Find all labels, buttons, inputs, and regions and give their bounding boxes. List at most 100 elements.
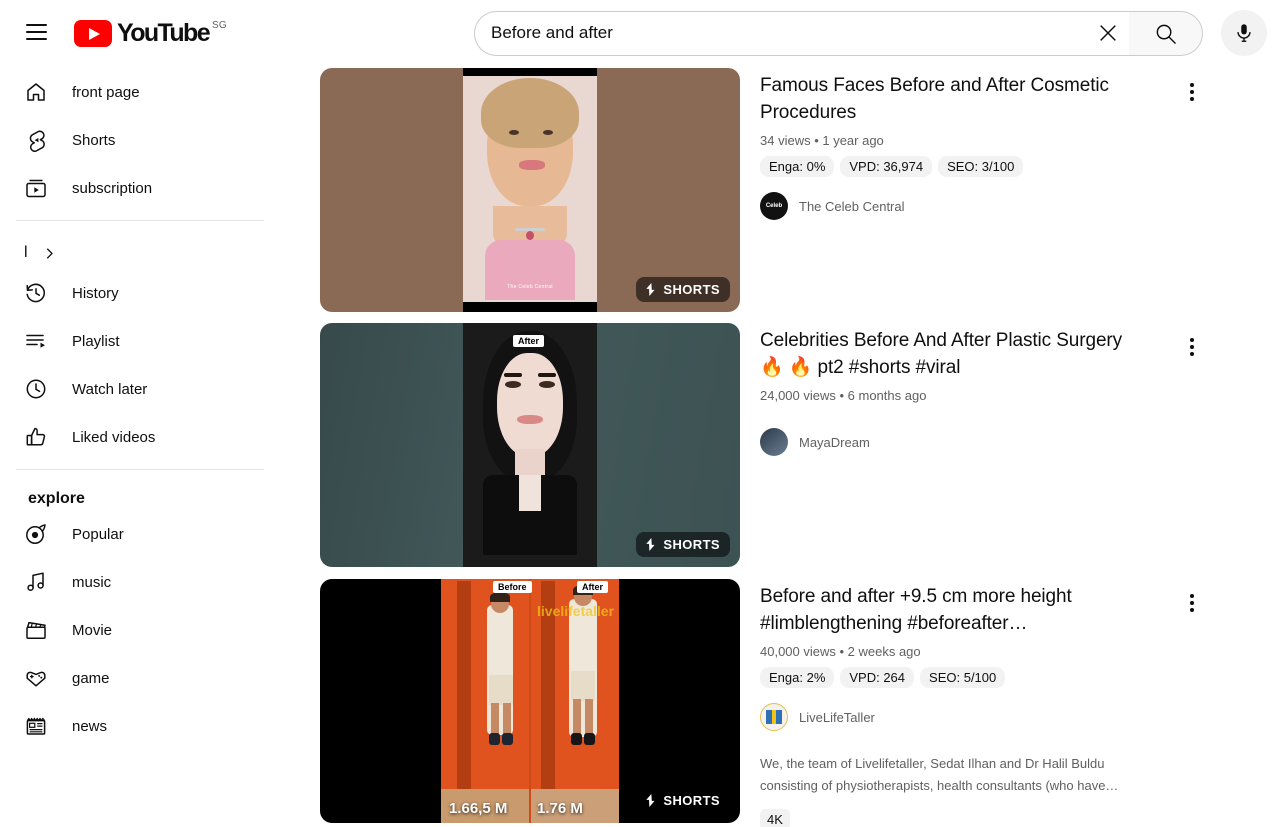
sidebar-label: game (72, 669, 110, 687)
hamburger-line (25, 24, 47, 26)
search-area (474, 10, 1267, 56)
more-actions-button[interactable] (1172, 327, 1212, 367)
thumbnail-watermark: livelifetaller (537, 603, 615, 619)
avatar (760, 703, 788, 731)
search-result-item: The Celeb Central SHORTS Famous Faces Be… (320, 68, 1240, 312)
youtube-play-icon (74, 20, 112, 47)
video-title[interactable]: Before and after +9.5 cm more height #li… (760, 583, 1148, 637)
sidebar: front page Shorts subscription l History… (0, 64, 280, 827)
sidebar-label: front page (72, 83, 140, 101)
chip-vpd: VPD: 264 (840, 667, 915, 688)
sidebar-item-history[interactable]: History (12, 273, 268, 313)
video-info: Before and after +9.5 cm more height #li… (760, 579, 1194, 827)
close-icon (1100, 25, 1116, 41)
channel-name: The Celeb Central (799, 198, 905, 214)
shorts-icon (24, 128, 48, 152)
youtube-country-code: SG (212, 20, 227, 31)
chevron-right-icon (42, 246, 57, 261)
video-meta: 40,000 views • 2 weeks ago (760, 644, 921, 659)
sidebar-label: Shorts (72, 131, 116, 149)
overlay-label-before: Before (493, 581, 532, 593)
sidebar-item-movie[interactable]: Movie (12, 610, 268, 650)
film-icon (24, 618, 48, 642)
search-results-list: · · · · · · · · The Celeb Central (280, 64, 1280, 827)
video-meta: 34 views • 1 year ago (760, 133, 884, 148)
chip-vpd: VPD: 36,974 (840, 156, 933, 177)
voice-search-button[interactable] (1221, 10, 1267, 56)
hamburger-line (25, 38, 47, 40)
video-thumbnail[interactable]: livelifetaller Before After 1.66,5 M 1.7… (320, 579, 740, 823)
sidebar-label: news (72, 717, 108, 735)
sidebar-item-playlist[interactable]: Playlist (12, 321, 268, 361)
sidebar-label: Watch later (72, 380, 148, 398)
search-result-item: After SHORTS Celebrities Before And Afte… (320, 323, 1240, 567)
clear-search-button[interactable] (1087, 11, 1129, 56)
channel-row[interactable]: LiveLifeTaller (760, 703, 1180, 731)
sidebar-label: Liked videos (72, 428, 156, 446)
video-thumbnail[interactable]: After SHORTS (320, 323, 740, 567)
video-stat-chips: Enga: 0% VPD: 36,974 SEO: 3/100 (760, 156, 1180, 177)
subscriptions-icon (24, 176, 48, 200)
thumbs-up-icon (24, 425, 48, 449)
avatar (760, 428, 788, 456)
more-actions-button[interactable] (1172, 583, 1212, 623)
sidebar-label: Playlist (72, 332, 120, 350)
channel-name: LiveLifeTaller (799, 709, 875, 725)
sidebar-item-liked-videos[interactable]: Liked videos (12, 417, 268, 457)
channel-row[interactable]: MayaDream (760, 428, 1180, 456)
hamburger-menu-icon[interactable] (16, 12, 56, 52)
search-submit-button[interactable] (1129, 10, 1203, 56)
home-icon (24, 80, 48, 104)
video-info: Famous Faces Before and After Cosmetic P… (760, 68, 1194, 312)
sidebar-item-popular[interactable]: Popular (12, 514, 268, 554)
shorts-badge-label: SHORTS (663, 537, 720, 552)
sidebar-divider-2 (16, 469, 264, 470)
channel-name: MayaDream (799, 434, 870, 450)
video-stat-chips: Enga: 2% VPD: 264 SEO: 5/100 (760, 667, 1180, 688)
playlist-icon (24, 329, 48, 353)
video-description: We, the team of Livelifetaller, Sedat Il… (760, 756, 1119, 793)
search-icon (1156, 24, 1176, 44)
sidebar-item-you[interactable]: l (12, 233, 268, 273)
chip-seo: SEO: 3/100 (938, 156, 1024, 177)
shorts-badge-label: SHORTS (663, 282, 720, 297)
sidebar-item-subscription[interactable]: subscription (12, 168, 268, 208)
video-thumbnail[interactable]: The Celeb Central SHORTS (320, 68, 740, 312)
more-actions-button[interactable] (1172, 72, 1212, 112)
sidebar-label: History (72, 284, 119, 302)
search-box[interactable] (474, 10, 1129, 56)
youtube-logo-text: YouTube (117, 19, 211, 47)
masthead: YouTube SG (0, 0, 1280, 64)
sidebar-item-shorts[interactable]: Shorts (12, 120, 268, 160)
avatar-text: Celeb (765, 203, 783, 209)
sidebar-you-label: l (24, 244, 28, 261)
chip-engagement: Enga: 2% (760, 667, 835, 688)
youtube-logo[interactable]: YouTube SG (74, 12, 227, 52)
sidebar-section-explore: explore (28, 490, 85, 507)
sidebar-label: Movie (72, 621, 113, 639)
history-icon (24, 281, 48, 305)
overlay-label-after: After (577, 581, 609, 593)
video-title[interactable]: Celebrities Before And After Plastic Sur… (760, 327, 1148, 381)
search-input[interactable] (491, 23, 1087, 43)
avatar: Celeb (760, 192, 788, 220)
channel-row[interactable]: Celeb The Celeb Central (760, 192, 1180, 220)
quality-badge: 4K (760, 809, 790, 827)
chip-seo: SEO: 5/100 (920, 667, 1006, 688)
shorts-bolt-icon (646, 538, 655, 551)
chip-engagement: Enga: 0% (760, 156, 835, 177)
height-before-label: 1.66,5 M (449, 800, 508, 817)
sidebar-item-news[interactable]: news (12, 706, 268, 746)
video-info: Celebrities Before And After Plastic Sur… (760, 323, 1194, 567)
sidebar-item-game[interactable]: game (12, 658, 268, 698)
gamepad-icon (24, 666, 48, 690)
search-result-item: livelifetaller Before After 1.66,5 M 1.7… (320, 579, 1240, 827)
sidebar-item-front-page[interactable]: front page (12, 72, 268, 112)
video-title[interactable]: Famous Faces Before and After Cosmetic P… (760, 72, 1148, 126)
sidebar-item-watch-later[interactable]: Watch later (12, 369, 268, 409)
clock-icon (24, 377, 48, 401)
video-meta: 24,000 views • 6 months ago (760, 388, 927, 403)
shorts-badge: SHORTS (636, 788, 730, 813)
shorts-badge-label: SHORTS (663, 793, 720, 808)
sidebar-item-music[interactable]: music (12, 562, 268, 602)
